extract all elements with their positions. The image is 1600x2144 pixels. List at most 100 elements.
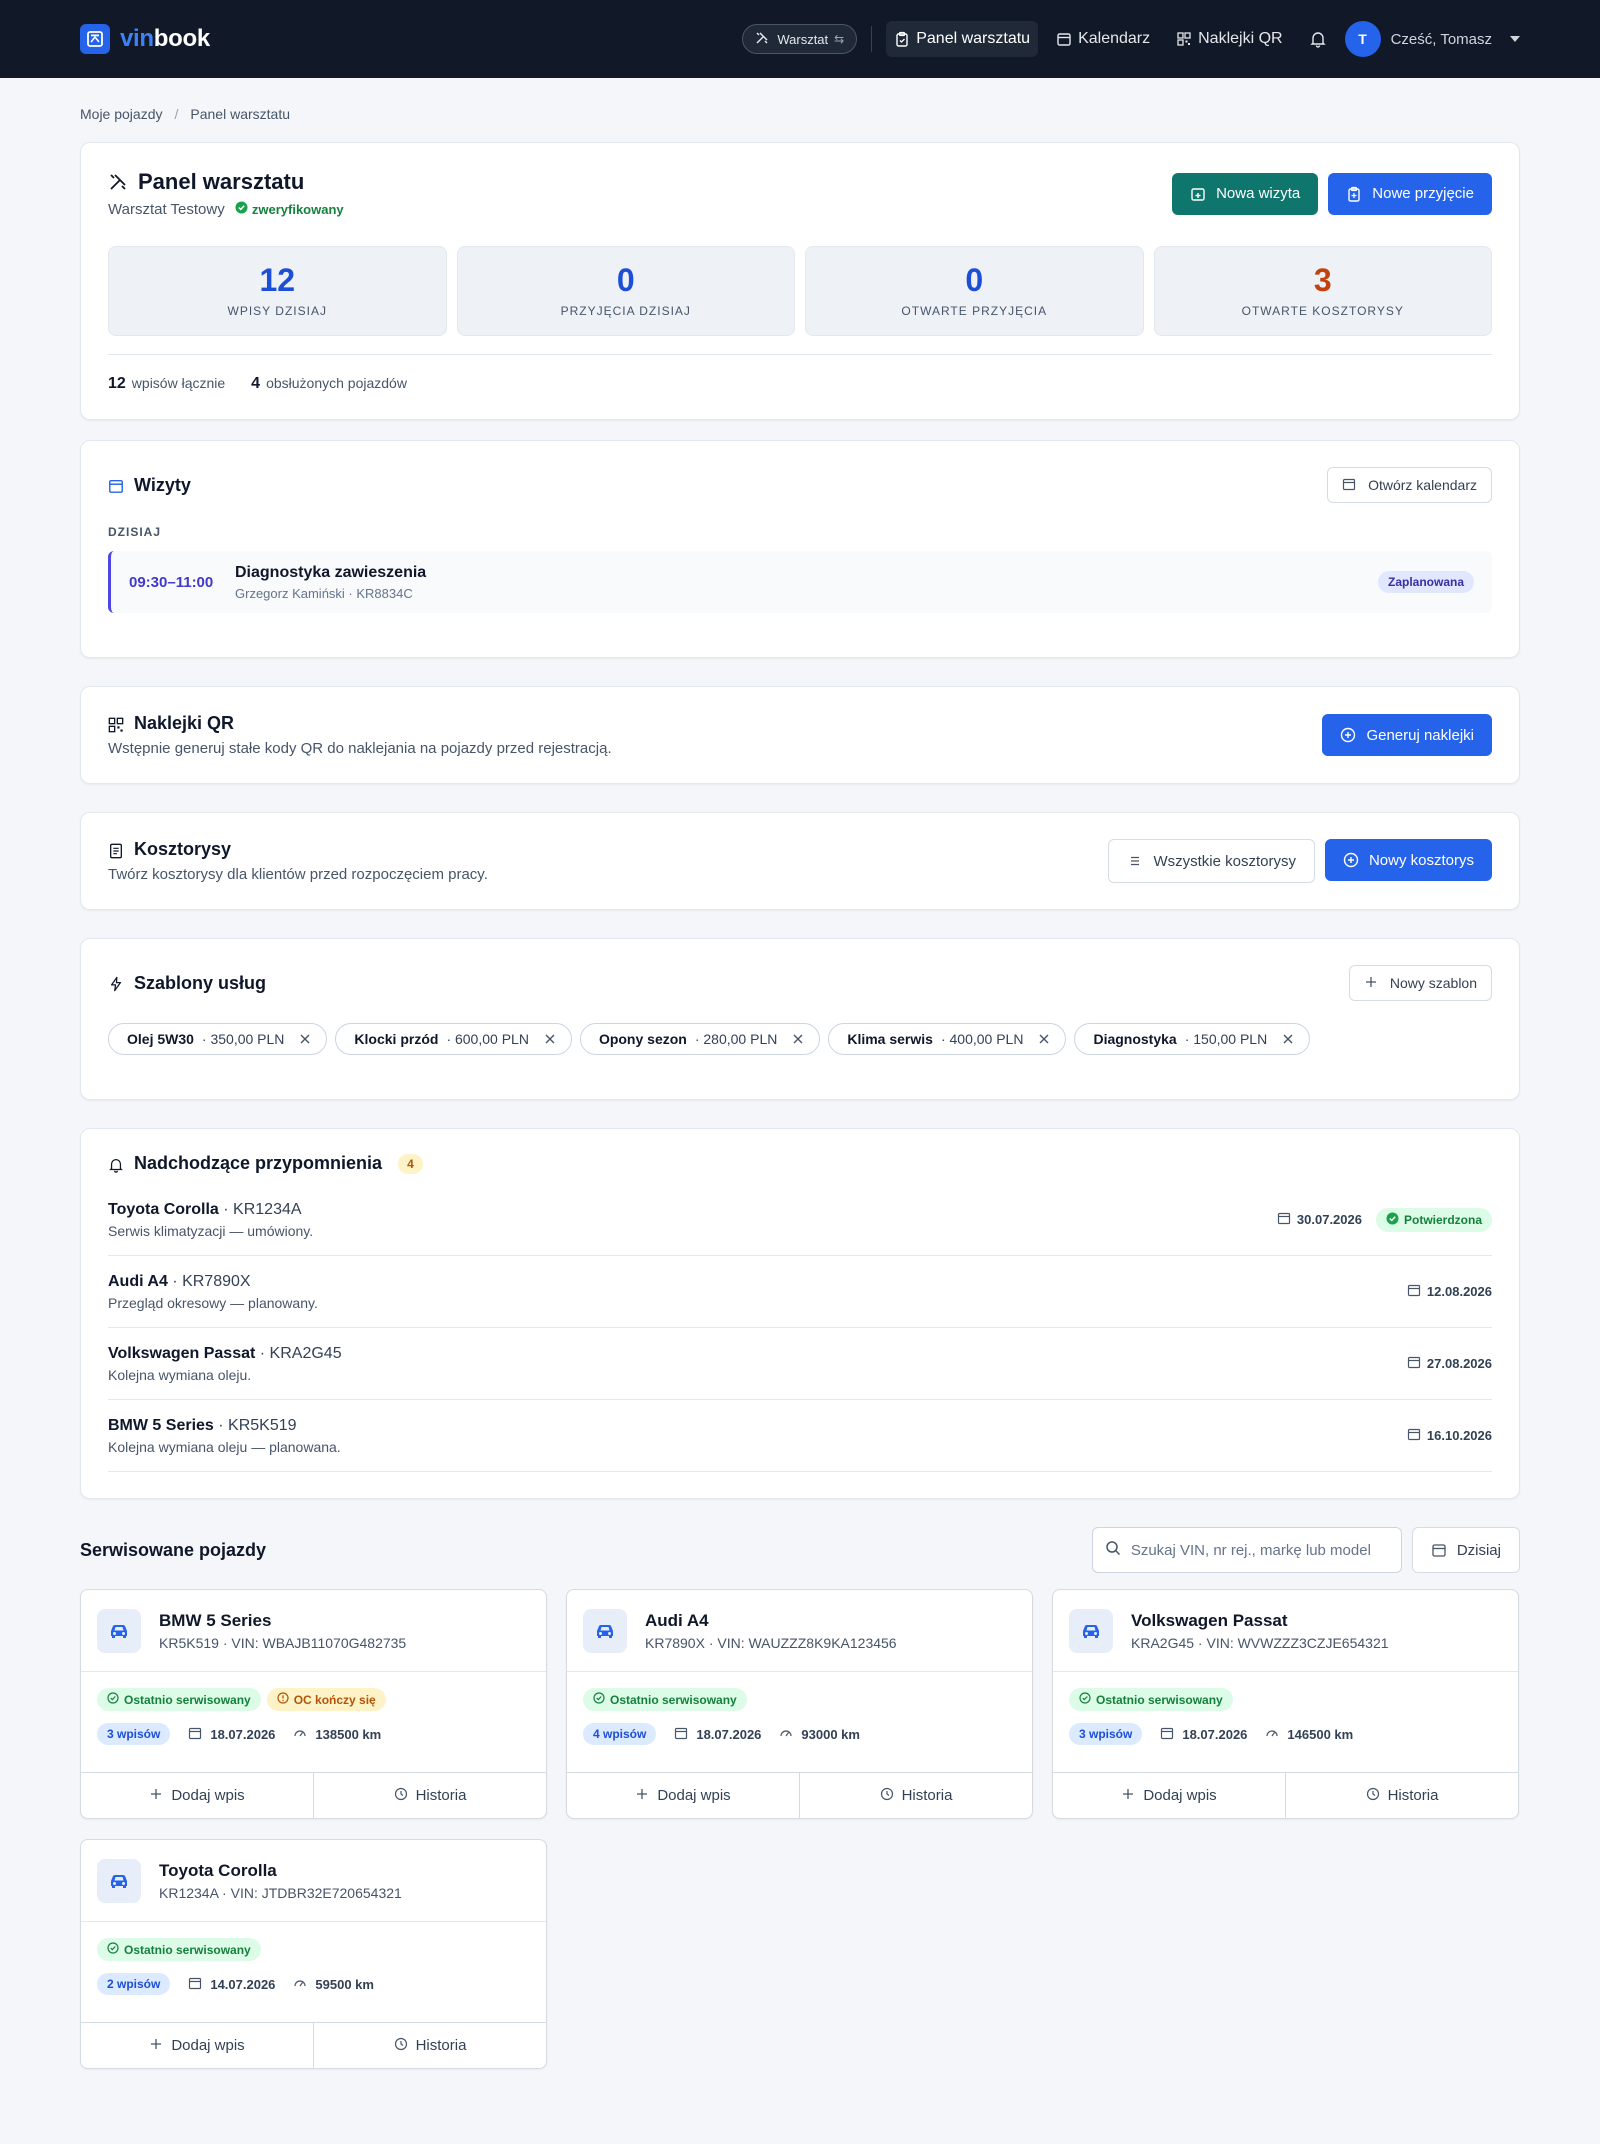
reminder-desc: Serwis klimatyzacji — umówiony. [108, 1222, 314, 1239]
bell-icon [108, 1156, 124, 1173]
new-intake-button[interactable]: Nowe przyjęcie [1328, 172, 1492, 215]
template-chip[interactable]: Diagnostyka · 150,00 PLN [1074, 1023, 1311, 1055]
template-chip[interactable]: Klima serwis · 400,00 PLN [828, 1023, 1067, 1055]
brand-vin: vin [120, 25, 154, 52]
reminder-row[interactable]: Volkswagen Passat · KRA2G45 Kolejna wymia… [108, 1328, 1492, 1400]
check-circle-icon [1079, 1692, 1091, 1707]
calendar-icon [108, 477, 124, 493]
history-button[interactable]: Historia [313, 1773, 546, 1818]
vehicle-grid: BMW 5 Series KR5K519 · VIN: WBAJB11070G48… [80, 1589, 1520, 2069]
new-template-button[interactable]: Nowy szablon [1348, 965, 1492, 1001]
nav-panel-warsztatu[interactable]: Panel warsztatu [886, 21, 1039, 57]
qr-title-text: Naklejki QR [134, 713, 235, 733]
template-chip[interactable]: Opony sezon · 280,00 PLN [579, 1023, 821, 1055]
vehicle-card[interactable]: BMW 5 Series KR5K519 · VIN: WBAJB11070G48… [80, 1589, 547, 1819]
history-button[interactable]: Historia [313, 2023, 546, 2068]
nav-divider [871, 26, 873, 52]
nav-link-label: Kalendarz [1078, 30, 1151, 47]
today-filter-button[interactable]: Dzisiaj [1411, 1527, 1520, 1573]
vehicle-card[interactable]: Audi A4 KR7890X · VIN: WAUZZZ8K9KA123456 … [566, 1589, 1033, 1819]
visit-title: Diagnostyka zawieszenia [235, 563, 427, 581]
vehicles-header: Serwisowane pojazdy Dzisiaj [80, 1527, 1520, 1573]
close-icon[interactable] [1281, 1032, 1295, 1046]
reminder-date: 12.08.2026 [1426, 1284, 1492, 1299]
reminder-desc: Kolejna wymiana oleju. [108, 1366, 252, 1383]
reminder-row[interactable]: Audi A4 · KR7890X Przegląd okresowy — pla… [108, 1256, 1492, 1328]
user-menu[interactable]: T Cześć, Tomasz [1344, 21, 1520, 57]
book-icon [80, 24, 110, 54]
page-title: Panel warsztatu [108, 169, 344, 195]
visit-item[interactable]: 09:30–11:00 Diagnostyka zawieszenia Grze… [108, 551, 1492, 613]
search-input[interactable] [1130, 1541, 1389, 1559]
add-entry-button[interactable]: Dodaj wpis [81, 2023, 313, 2068]
add-entry-button[interactable]: Dodaj wpis [81, 1773, 313, 1818]
add-entry-label: Dodaj wpis [171, 2037, 245, 2054]
bell-icon[interactable] [1307, 28, 1329, 50]
stats-row: 12 WPISY DZISIAJ 0 PRZYJĘCIA DZISIAJ 0 OTWA… [108, 246, 1492, 336]
calendar-icon [1056, 31, 1072, 47]
new-intake-label: Nowe przyjęcie [1372, 185, 1474, 202]
close-icon[interactable] [298, 1032, 312, 1046]
template-name: Diagnostyka [1093, 1031, 1177, 1047]
template-price: · 150,00 PLN [1184, 1031, 1268, 1047]
car-icon [583, 1608, 627, 1653]
receipt-icon [108, 842, 124, 858]
reminder-row[interactable]: BMW 5 Series · KR5K519 Kolejna wymiana ol… [108, 1400, 1492, 1472]
stat-value: 0 [616, 262, 635, 298]
stat-value: 0 [965, 262, 984, 298]
brand-logo[interactable]: vinbook [80, 24, 210, 54]
open-calendar-button[interactable]: Otwórz kalendarz [1327, 467, 1492, 503]
close-icon[interactable] [791, 1032, 805, 1046]
tools-icon [108, 172, 128, 192]
templates-card: Szablony usług Nowy szablon Olej 5W30 · 3… [80, 938, 1520, 1100]
vehicle-card[interactable]: Volkswagen Passat KRA2G45 · VIN: WVWZZZ3C… [1052, 1589, 1519, 1819]
reminder-row[interactable]: Toyota Corolla · KR1234A Serwis klimatyza… [108, 1184, 1492, 1256]
breadcrumb-item-my-vehicles[interactable]: Moje pojazdy [80, 106, 163, 122]
entries-badge: 2 wpisów [97, 1973, 171, 1995]
calendar-icon [1431, 1542, 1447, 1558]
nav-kalendarz[interactable]: Kalendarz [1048, 21, 1158, 57]
breadcrumb-separator: / [174, 106, 179, 122]
new-estimate-button[interactable]: Nowy kosztorys [1324, 839, 1492, 881]
template-chip[interactable]: Klocki przód · 600,00 PLN [335, 1023, 572, 1055]
new-visit-button[interactable]: Nowa wizyta [1172, 172, 1319, 215]
status-badge: Potwierdzona [1375, 1207, 1492, 1232]
template-chip[interactable]: Olej 5W30 · 350,00 PLN [108, 1023, 328, 1055]
estimates-description: Twórz kosztorysy dla klientów przed rozp… [108, 866, 488, 883]
status-badge-label: Ostatnio serwisowany [1096, 1692, 1223, 1707]
calendar-plus-icon [1190, 186, 1206, 202]
total-entries-value: 12 [108, 375, 126, 392]
calendar-icon [1160, 1726, 1174, 1743]
breadcrumb-item-current: Panel warsztatu [190, 106, 290, 122]
history-button[interactable]: Historia [1285, 1773, 1518, 1818]
history-button[interactable]: Historia [799, 1773, 1032, 1818]
car-icon [97, 1608, 141, 1653]
close-icon[interactable] [543, 1032, 557, 1046]
generate-stickers-button[interactable]: Generuj naklejki [1322, 714, 1492, 756]
visit-time: 09:30–11:00 [129, 573, 214, 591]
reminder-car: Audi A4 [108, 1272, 168, 1290]
history-label: Historia [1387, 1787, 1439, 1804]
stat-intakes-today: 0 PRZYJĘCIA DZISIAJ [456, 246, 795, 336]
workshop-switcher[interactable]: Warsztat ⇆ [742, 24, 858, 54]
add-entry-button[interactable]: Dodaj wpis [567, 1773, 799, 1818]
calendar-icon [1407, 1355, 1421, 1372]
vehicle-search[interactable] [1091, 1527, 1402, 1573]
close-icon[interactable] [1037, 1032, 1051, 1046]
speedometer-icon [293, 1726, 307, 1743]
breadcrumb: Moje pojazdy / Panel warsztatu [80, 78, 1520, 142]
check-circle-icon [593, 1692, 605, 1707]
all-estimates-button[interactable]: Wszystkie kosztorysy [1108, 839, 1315, 883]
speedometer-icon [293, 1976, 307, 1993]
vehicle-card[interactable]: Toyota Corolla KR1234A · VIN: JTDBR32E720… [80, 1839, 547, 2069]
reminder-car: Volkswagen Passat [108, 1344, 256, 1362]
generate-stickers-label: Generuj naklejki [1366, 726, 1474, 744]
nav-naklejki-qr[interactable]: Naklejki QR [1168, 21, 1290, 57]
reminder-car: Toyota Corolla [108, 1200, 219, 1218]
status-badge: Zaplanowana [1377, 571, 1474, 593]
add-entry-button[interactable]: Dodaj wpis [1053, 1773, 1285, 1818]
add-entry-label: Dodaj wpis [1143, 1787, 1217, 1804]
templates-title-text: Szablony usług [134, 972, 267, 993]
stat-label: PRZYJĘCIA DZISIAJ [560, 304, 691, 318]
template-name: Klocki przód [354, 1031, 439, 1047]
